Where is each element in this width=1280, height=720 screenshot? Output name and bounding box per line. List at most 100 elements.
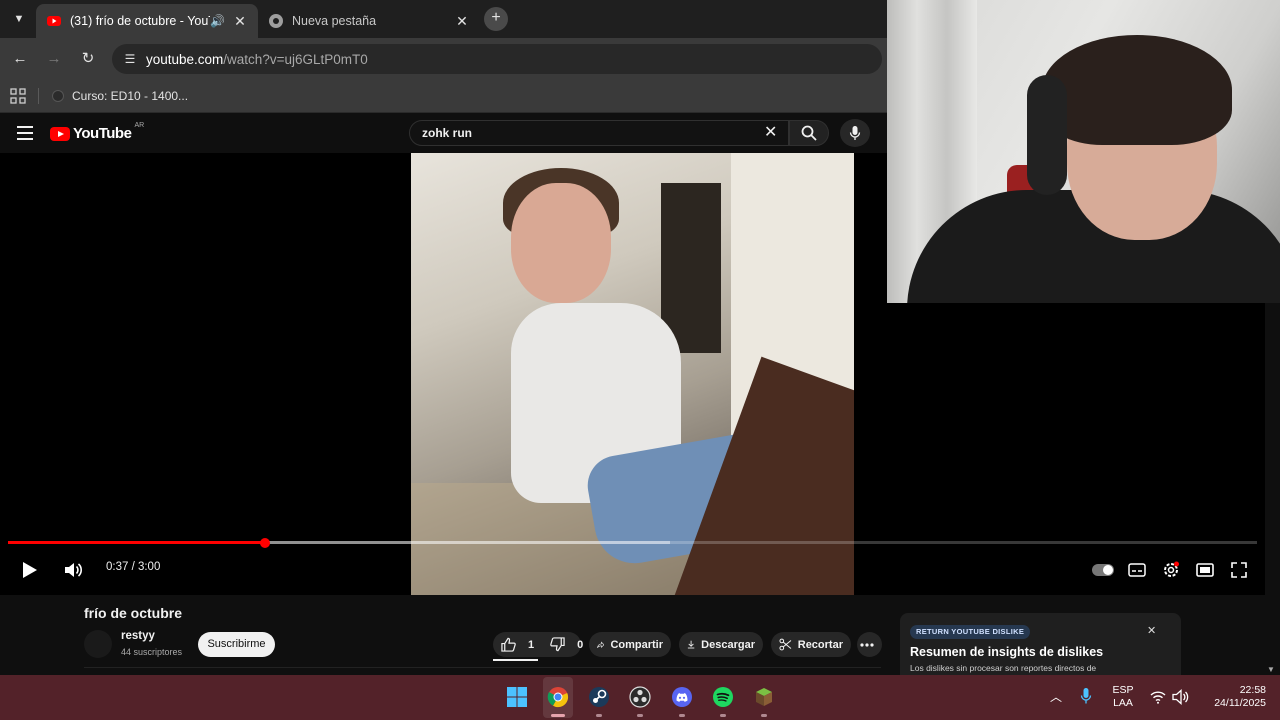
- bookmark-favicon-icon: [52, 90, 64, 102]
- voice-search-button[interactable]: [840, 119, 870, 147]
- subscribe-button[interactable]: Suscribirme: [198, 632, 275, 657]
- video-title: frío de octubre: [84, 605, 183, 621]
- dislike-button[interactable]: 0: [542, 632, 591, 657]
- menu-icon[interactable]: [17, 126, 33, 140]
- autoplay-toggle[interactable]: [1092, 564, 1114, 576]
- theater-mode-button[interactable]: [1194, 558, 1216, 582]
- thumbs-down-icon: [550, 637, 565, 652]
- more-actions-button[interactable]: [857, 632, 882, 657]
- date-text: 24/11/2025: [1214, 697, 1266, 709]
- close-tab-icon[interactable]: ✕: [454, 13, 470, 30]
- avatar[interactable]: [84, 630, 112, 658]
- url-domain: youtube.com: [146, 51, 224, 67]
- running-indicator: [720, 714, 726, 717]
- chrome-icon: [269, 14, 283, 28]
- webcam-overlay: [887, 0, 1280, 303]
- bookmark-label: Curso: ED10 - 1400...: [72, 89, 189, 103]
- divider: [38, 88, 39, 104]
- progress-played: [8, 541, 265, 544]
- video-frame: [411, 153, 854, 595]
- tab-title: (31) frío de octubre - YouTu: [70, 14, 210, 28]
- close-icon[interactable]: ✕: [1147, 624, 1156, 637]
- download-label: Descargar: [701, 638, 755, 651]
- like-ratio-bar: [493, 659, 538, 661]
- obs-icon[interactable]: [627, 684, 653, 710]
- share-button[interactable]: Compartir: [589, 632, 671, 657]
- extension-badge: RETURN YOUTUBE DISLIKE: [910, 625, 1031, 639]
- search-button[interactable]: [789, 120, 829, 146]
- keyboard-layout: LAA: [1113, 697, 1133, 709]
- windows-start-icon[interactable]: [504, 684, 530, 710]
- chevron-up-icon[interactable]: ︿: [1050, 688, 1062, 705]
- logo-text: YouTube: [73, 125, 132, 142]
- url-path: /watch?v=uj6GLtP0mT0: [223, 51, 368, 67]
- address-toolbar: ← → ↻ ☰ youtube.com/watch?v=uj6GLtP0mT0: [0, 38, 887, 80]
- card-title: Resumen de insights de dislikes: [910, 645, 1104, 659]
- microphone-icon: [849, 126, 861, 140]
- share-icon: [597, 640, 605, 648]
- play-button[interactable]: [16, 558, 42, 582]
- youtube-header: YouTube AR zohk run ✕: [0, 113, 887, 153]
- forward-arrow-icon[interactable]: →: [44, 49, 64, 69]
- youtube-logo[interactable]: YouTube AR: [50, 122, 145, 142]
- clear-search-icon[interactable]: ✕: [764, 124, 777, 142]
- download-icon: [687, 640, 695, 649]
- search-input[interactable]: zohk run: [409, 120, 789, 146]
- subscriber-count: 44 suscriptores: [121, 647, 183, 657]
- reload-icon[interactable]: ↻: [78, 49, 98, 69]
- channel-name[interactable]: restyy: [121, 630, 155, 642]
- input-language[interactable]: ESP LAA: [1108, 684, 1138, 710]
- dislike-count: 0: [577, 638, 584, 651]
- minecraft-icon[interactable]: [751, 684, 777, 710]
- share-label: Compartir: [610, 638, 663, 651]
- chrome-icon[interactable]: [545, 684, 571, 710]
- running-indicator: [761, 714, 767, 717]
- time-display: 0:37 / 3:00: [106, 561, 161, 573]
- divider: [84, 667, 881, 668]
- bookmark-item[interactable]: Curso: ED10 - 1400...: [52, 86, 188, 106]
- theater-icon: [1196, 563, 1214, 577]
- site-info-icon[interactable]: ☰: [120, 52, 140, 66]
- scrubber-handle[interactable]: [260, 538, 270, 548]
- tab-strip: ▼ (31) frío de octubre - YouTu 🔊 ✕ Nueva…: [0, 0, 887, 38]
- subtitles-button[interactable]: [1126, 558, 1148, 582]
- gear-icon: [1164, 561, 1179, 577]
- volume-icon[interactable]: [1172, 689, 1190, 710]
- running-indicator: [637, 714, 643, 717]
- active-indicator: [551, 714, 565, 717]
- search-icon: [801, 125, 817, 141]
- tab-search-chevron-icon[interactable]: ▼: [8, 8, 30, 30]
- scroll-down-arrow-icon[interactable]: ▼: [1267, 665, 1275, 674]
- bookmarks-bar: Curso: ED10 - 1400...: [0, 80, 887, 113]
- back-arrow-icon[interactable]: ←: [10, 49, 30, 69]
- discord-icon[interactable]: [669, 684, 695, 710]
- steam-icon[interactable]: [586, 684, 612, 710]
- wifi-icon[interactable]: [1150, 690, 1166, 709]
- close-tab-icon[interactable]: ✕: [232, 13, 248, 30]
- download-button[interactable]: Descargar: [679, 632, 763, 657]
- clip-button[interactable]: Recortar: [771, 632, 851, 657]
- dislike-insights-card: RETURN YOUTUBE DISLIKE ✕ Resumen de insi…: [900, 613, 1181, 675]
- apps-grid-icon[interactable]: [10, 88, 26, 104]
- spotify-icon[interactable]: [710, 684, 736, 710]
- speaker-icon[interactable]: 🔊: [210, 14, 228, 28]
- play-icon: [23, 562, 37, 578]
- clock[interactable]: 22:58 24/11/2025: [1198, 684, 1266, 710]
- language-code: ESP: [1112, 684, 1134, 696]
- volume-button[interactable]: [60, 558, 86, 582]
- url-field[interactable]: ☰ youtube.com/watch?v=uj6GLtP0mT0: [112, 44, 882, 74]
- running-indicator: [596, 714, 602, 717]
- like-count: 1: [528, 638, 535, 651]
- fullscreen-icon: [1231, 562, 1247, 578]
- captions-icon: [1128, 563, 1146, 577]
- microphone-icon[interactable]: [1080, 687, 1092, 710]
- tab-new-tab[interactable]: Nueva pestaña ✕: [258, 4, 480, 38]
- settings-button[interactable]: [1160, 558, 1182, 582]
- fullscreen-button[interactable]: [1228, 558, 1250, 582]
- youtube-favicon-icon: [47, 16, 61, 26]
- new-tab-button[interactable]: +: [484, 7, 508, 31]
- country-code: AR: [134, 122, 145, 129]
- like-button[interactable]: 1: [493, 632, 542, 657]
- youtube-play-logo-icon: [50, 126, 70, 141]
- tab-youtube[interactable]: (31) frío de octubre - YouTu 🔊 ✕: [36, 4, 258, 38]
